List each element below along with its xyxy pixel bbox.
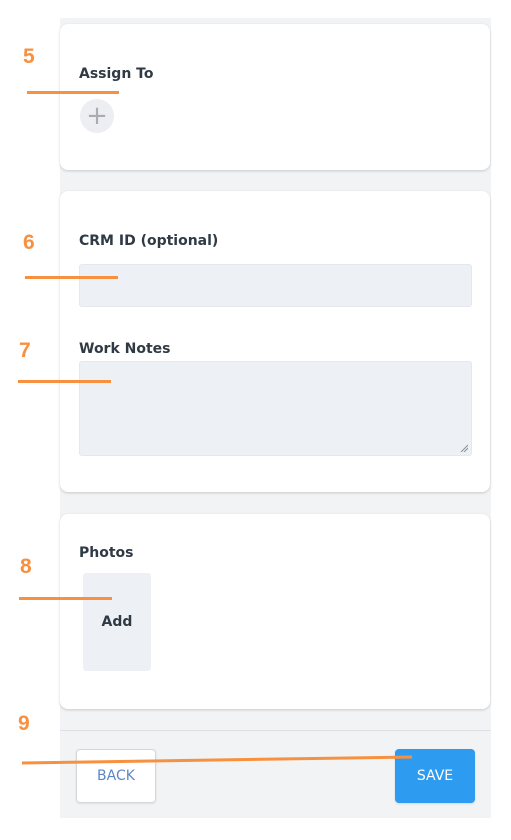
annotation-marker-5: 5 bbox=[23, 45, 35, 68]
work-notes-textarea[interactable] bbox=[79, 361, 472, 456]
work-notes-label: Work Notes bbox=[79, 341, 171, 357]
assign-card bbox=[60, 24, 490, 170]
assign-label: Assign To bbox=[79, 66, 154, 82]
plus-icon: + bbox=[86, 101, 108, 131]
add-photo-button[interactable]: Add bbox=[83, 573, 151, 671]
crm-id-input[interactable] bbox=[79, 264, 472, 307]
annotation-line-5 bbox=[27, 91, 119, 94]
add-assignee-button[interactable]: + bbox=[80, 99, 114, 133]
crm-id-label: CRM ID (optional) bbox=[79, 233, 219, 249]
annotation-line-6 bbox=[25, 276, 118, 279]
annotation-marker-8: 8 bbox=[20, 555, 32, 578]
annotation-marker-7: 7 bbox=[19, 339, 31, 362]
back-button[interactable]: BACK bbox=[76, 749, 156, 803]
annotation-marker-9: 9 bbox=[18, 712, 30, 735]
annotation-line-7 bbox=[18, 380, 111, 383]
annotation-marker-6: 6 bbox=[23, 231, 35, 254]
save-button[interactable]: SAVE bbox=[395, 749, 475, 803]
annotation-line-8 bbox=[19, 597, 112, 600]
resize-grip-icon[interactable] bbox=[460, 444, 468, 452]
footer-divider bbox=[60, 730, 491, 731]
photos-label: Photos bbox=[79, 545, 134, 561]
